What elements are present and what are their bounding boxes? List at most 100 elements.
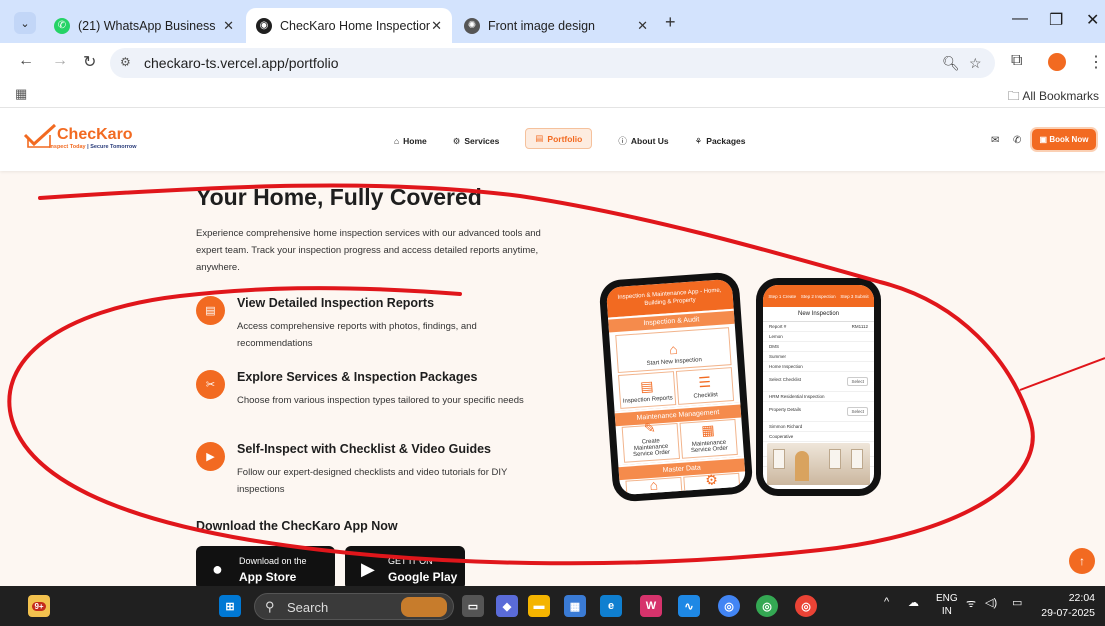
- taskbar-search[interactable]: ⚲ Search: [254, 593, 454, 620]
- nav-portfolio[interactable]: ▤ Portfolio: [525, 128, 593, 149]
- inspector-figure: [795, 451, 809, 481]
- window-shape: [851, 449, 863, 469]
- info-icon: ⓘ: [618, 136, 627, 146]
- logo-tag-a: Inspect Today: [49, 144, 86, 150]
- extensions-icon[interactable]: ⧉: [1011, 52, 1022, 70]
- close-icon[interactable]: ✕: [223, 18, 234, 34]
- book-now-button[interactable]: ▣ Book Now: [1032, 129, 1096, 150]
- new-tab-icon[interactable]: +: [665, 12, 676, 33]
- step-1: Step 1 Create: [768, 293, 797, 299]
- store-line1: Download on the: [239, 556, 307, 566]
- url-text[interactable]: checkaro-ts.vercel.app/portfolio: [144, 55, 339, 71]
- tile-label: Create Maintenance Service Order: [632, 438, 671, 459]
- feature-desc: Choose from various inspection types tai…: [237, 395, 524, 406]
- search-icon: ⚲: [265, 599, 275, 614]
- form-row: Home Inspection: [763, 362, 874, 372]
- battery-icon[interactable]: ▭: [1012, 596, 1022, 609]
- browser-tab-bar: ⌄ ✆ (21) WhatsApp Business ✕ ◉ ChecKaro …: [0, 0, 1105, 43]
- home-icon: ⌂: [394, 136, 400, 146]
- tab-whatsapp[interactable]: ✆ (21) WhatsApp Business ✕: [44, 8, 244, 43]
- clock-date: 29-07-2025: [1041, 607, 1095, 619]
- tray-chevron-icon[interactable]: ^: [884, 596, 889, 608]
- form-row: Summer: [763, 352, 874, 362]
- more-menu-icon[interactable]: ⋮: [1088, 52, 1104, 72]
- bookmarks-bar: ▦ 🗀︎ All Bookmarks: [0, 81, 1105, 108]
- tile-label: Checklist: [693, 392, 719, 400]
- feature-title: Self-Inspect with Checklist & Video Guid…: [237, 442, 491, 456]
- chrome-profile-icon[interactable]: ◎: [756, 595, 778, 617]
- nav-about-us[interactable]: ⓘ About Us: [618, 133, 668, 149]
- app-icon[interactable]: ∿: [678, 595, 700, 617]
- site-info-icon[interactable]: ⚙: [120, 55, 131, 69]
- app-store-button[interactable]: ● Download on the App Store: [196, 546, 335, 586]
- nav-home[interactable]: ⌂ Home: [394, 133, 427, 149]
- bookmark-star-icon[interactable]: ☆: [969, 55, 982, 72]
- task-view-icon[interactable]: ▭: [462, 595, 484, 617]
- address-bar[interactable]: ⚙ checkaro-ts.vercel.app/portfolio 🔍︎ ☆: [110, 48, 995, 78]
- office-icon[interactable]: W: [640, 595, 662, 617]
- scroll-to-top-button[interactable]: ↑: [1069, 548, 1095, 574]
- phone-mockup-new-inspection: Step 1 Create Step 2 Inspection Step 3 S…: [756, 278, 881, 496]
- nav-services[interactable]: ⚙ Services: [453, 133, 500, 149]
- search-highlight-image: [401, 597, 447, 617]
- step-header: Step 1 Create Step 2 Inspection Step 3 S…: [763, 285, 874, 307]
- feature-title: Explore Services & Inspection Packages: [237, 370, 478, 384]
- windows-taskbar: 9+ ⊞ ⚲ Search ▭ ◆ ▬ ▦ e W ∿ ◎ ◎ ◎ ^ ☁ EN…: [0, 586, 1105, 626]
- zoom-icon[interactable]: 🔍︎: [942, 55, 960, 72]
- tools-icon: ✂: [196, 370, 225, 399]
- wifi-icon[interactable]: ᯤ: [966, 596, 976, 611]
- wrench-icon: ✎: [643, 419, 657, 437]
- volume-icon[interactable]: ◁): [985, 596, 997, 609]
- search-placeholder: Search: [287, 600, 329, 615]
- minimize-icon[interactable]: —: [1012, 10, 1028, 28]
- profile-avatar[interactable]: [1048, 53, 1066, 71]
- step-3: Step 3 Submit: [840, 293, 869, 299]
- forward-icon[interactable]: →: [52, 52, 68, 70]
- tray-app-icon[interactable]: ☁: [908, 596, 919, 609]
- store-icon[interactable]: ▦: [564, 595, 586, 617]
- mail-icon[interactable]: ✉: [991, 135, 999, 146]
- all-bookmarks[interactable]: 🗀︎ All Bookmarks: [1008, 87, 1099, 108]
- feature-services: ✂ Explore Services & Inspection Packages…: [196, 370, 536, 426]
- store-line2: App Store: [239, 570, 297, 584]
- property-details-row: Property Details Select: [763, 402, 874, 422]
- feature-desc: Follow our expert-designed checklists an…: [237, 467, 508, 495]
- tab-search-menu-icon[interactable]: ⌄: [14, 12, 36, 34]
- main-nav: ⌂ Home ⚙ Services ▤ Portfolio ⓘ About Us ⚘ Pa…: [394, 128, 772, 149]
- widgets-icon[interactable]: 9+: [28, 595, 50, 617]
- tile-create-order: ✎ Create Maintenance Service Order: [621, 419, 681, 463]
- window-shape: [773, 449, 785, 469]
- tab-title: ChecKaro Home Inspection - In: [280, 18, 430, 33]
- close-icon[interactable]: ✕: [637, 18, 648, 34]
- close-icon[interactable]: ✕: [431, 18, 442, 34]
- google-play-button[interactable]: ▶ GET IT ON Google Play: [345, 546, 465, 586]
- house-icon: ⌂: [648, 476, 659, 494]
- screen-title: New Inspection: [763, 307, 874, 322]
- clock[interactable]: 22:04 29-07-2025: [1041, 591, 1095, 621]
- lang-bottom: IN: [941, 606, 952, 617]
- phone-icon[interactable]: ✆: [1013, 135, 1021, 146]
- copilot-icon[interactable]: ◆: [496, 595, 518, 617]
- restore-icon[interactable]: ❐: [1049, 10, 1063, 30]
- language-indicator[interactable]: ENG IN: [936, 592, 958, 618]
- file-explorer-icon[interactable]: ▬: [528, 595, 550, 617]
- nav-label: Services: [464, 136, 500, 146]
- back-icon[interactable]: ←: [18, 52, 34, 70]
- edge-icon[interactable]: e: [600, 595, 622, 617]
- tile-master-2: ⚙: [683, 471, 741, 496]
- download-title: Download the ChecKaro App Now: [196, 519, 398, 533]
- chrome-icon[interactable]: ◎: [718, 595, 740, 617]
- tab-front-image[interactable]: ✺ Front image design ✕: [454, 8, 658, 43]
- apps-grid-icon[interactable]: ▦: [15, 86, 27, 102]
- reload-icon[interactable]: ↻: [83, 52, 96, 72]
- tile-service-order: ▦ Maintenance Service Order: [679, 418, 738, 459]
- gear-icon: ⚙: [452, 135, 461, 146]
- nav-packages[interactable]: ⚘ Packages: [695, 133, 746, 149]
- window-close-icon[interactable]: ✕: [1086, 10, 1099, 30]
- start-icon[interactable]: ⊞: [219, 595, 241, 617]
- tab-checkaro[interactable]: ◉ ChecKaro Home Inspection - In ✕: [246, 8, 452, 43]
- chrome-active-icon[interactable]: ◎: [795, 595, 817, 617]
- checklist-value: HRM Residential Inspection: [763, 392, 874, 402]
- window-shape: [829, 449, 841, 469]
- feature-self-inspect: ▶ Self-Inspect with Checklist & Video Gu…: [196, 442, 536, 498]
